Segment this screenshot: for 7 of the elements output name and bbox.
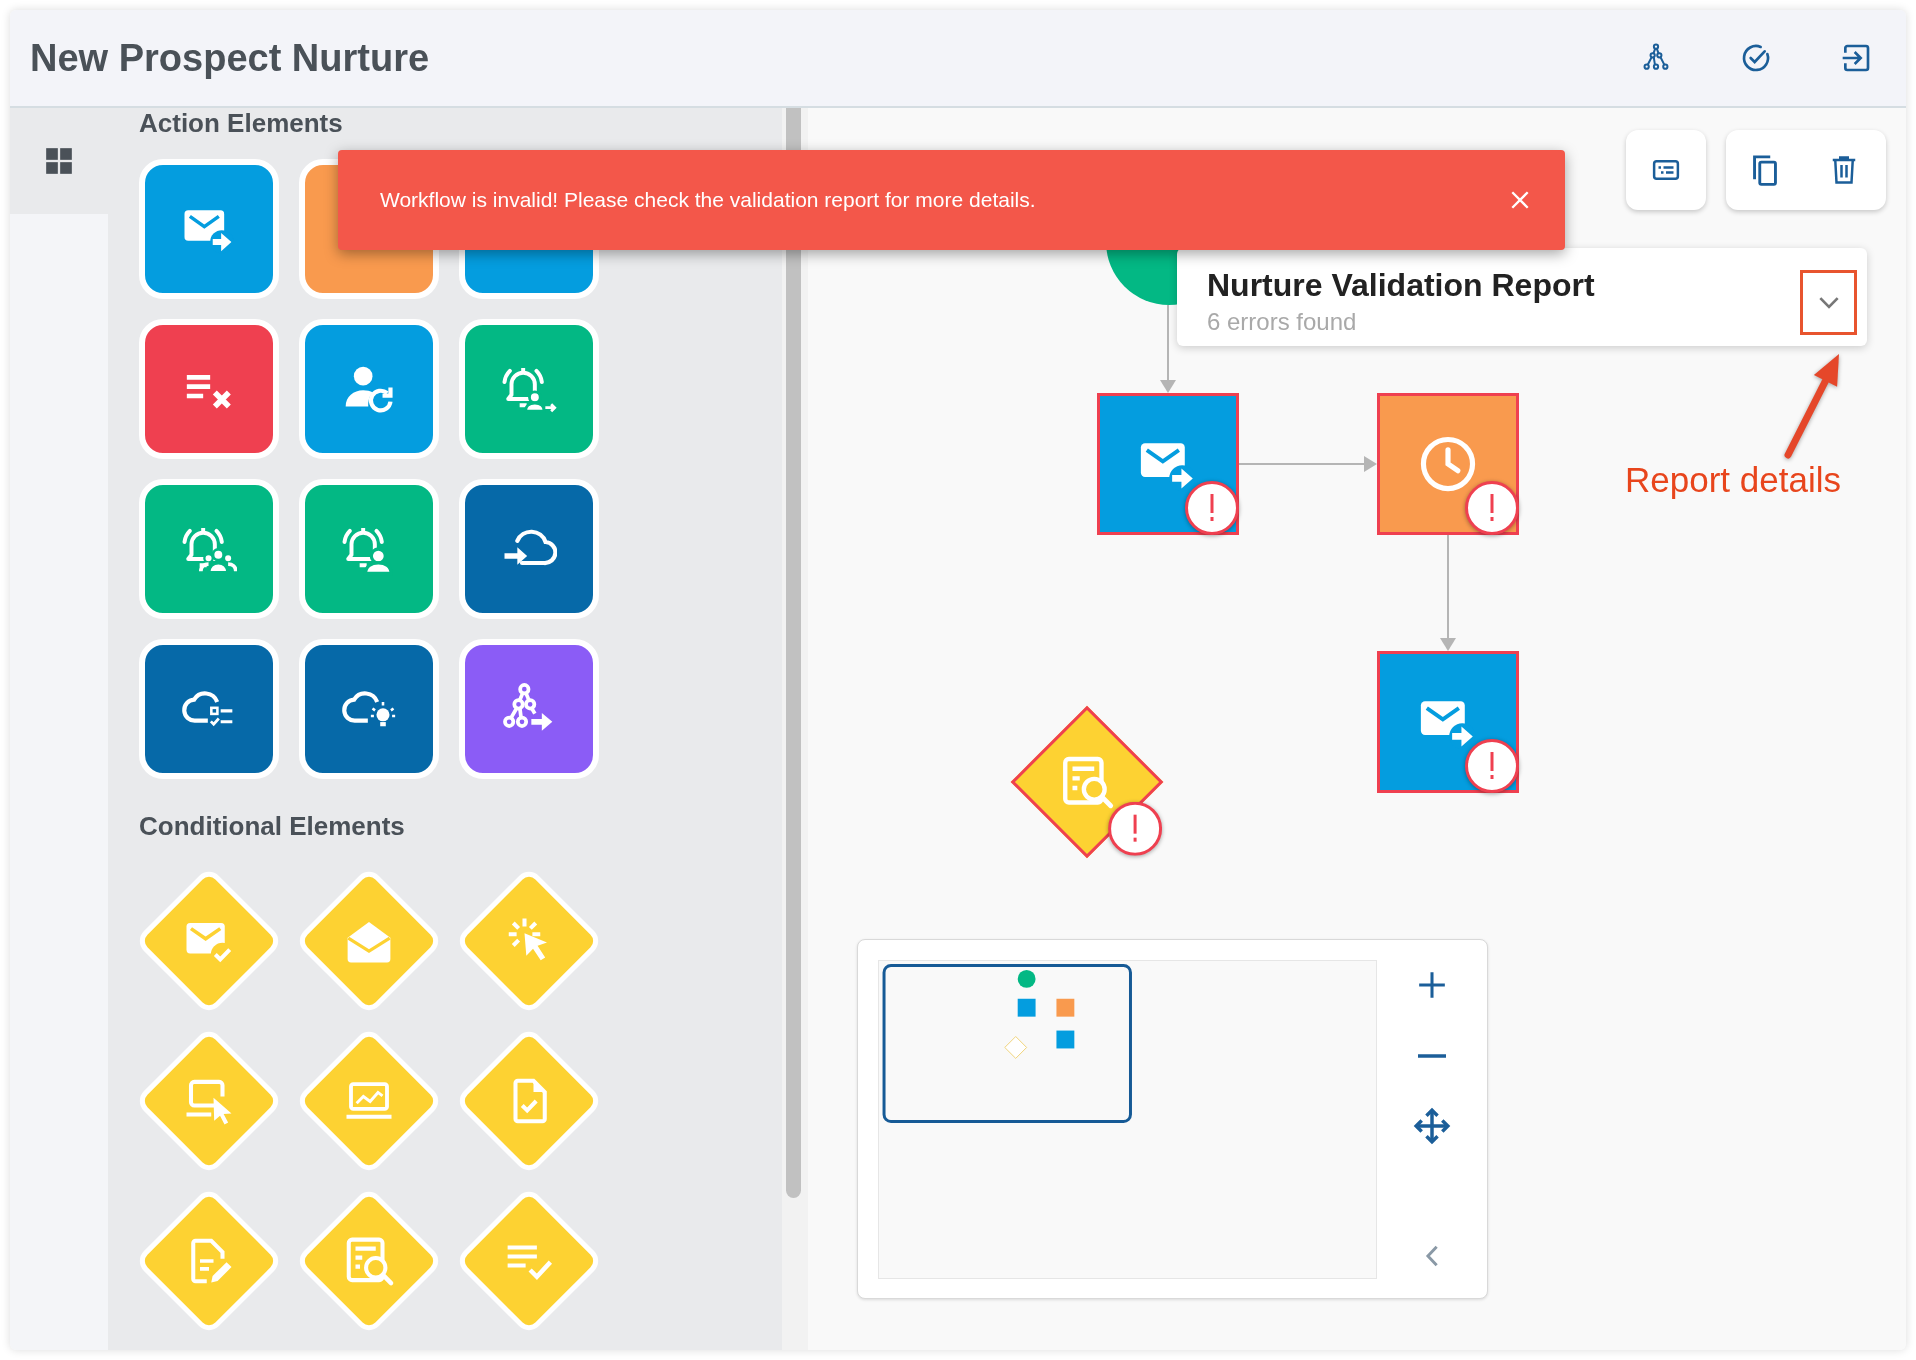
- report-title: Nurture Validation Report: [1207, 267, 1595, 303]
- section-heading: Action Elements: [139, 110, 343, 136]
- window-title: New Prospect Nurture: [30, 39, 430, 77]
- section-heading: Conditional Elements: [139, 813, 405, 839]
- annotation-label: Report details: [1625, 459, 1841, 501]
- report-summary: 6 errors found: [1207, 308, 1358, 336]
- toast-message: Workflow is invalid! Please check the validation report for more details.: [380, 187, 1036, 214]
